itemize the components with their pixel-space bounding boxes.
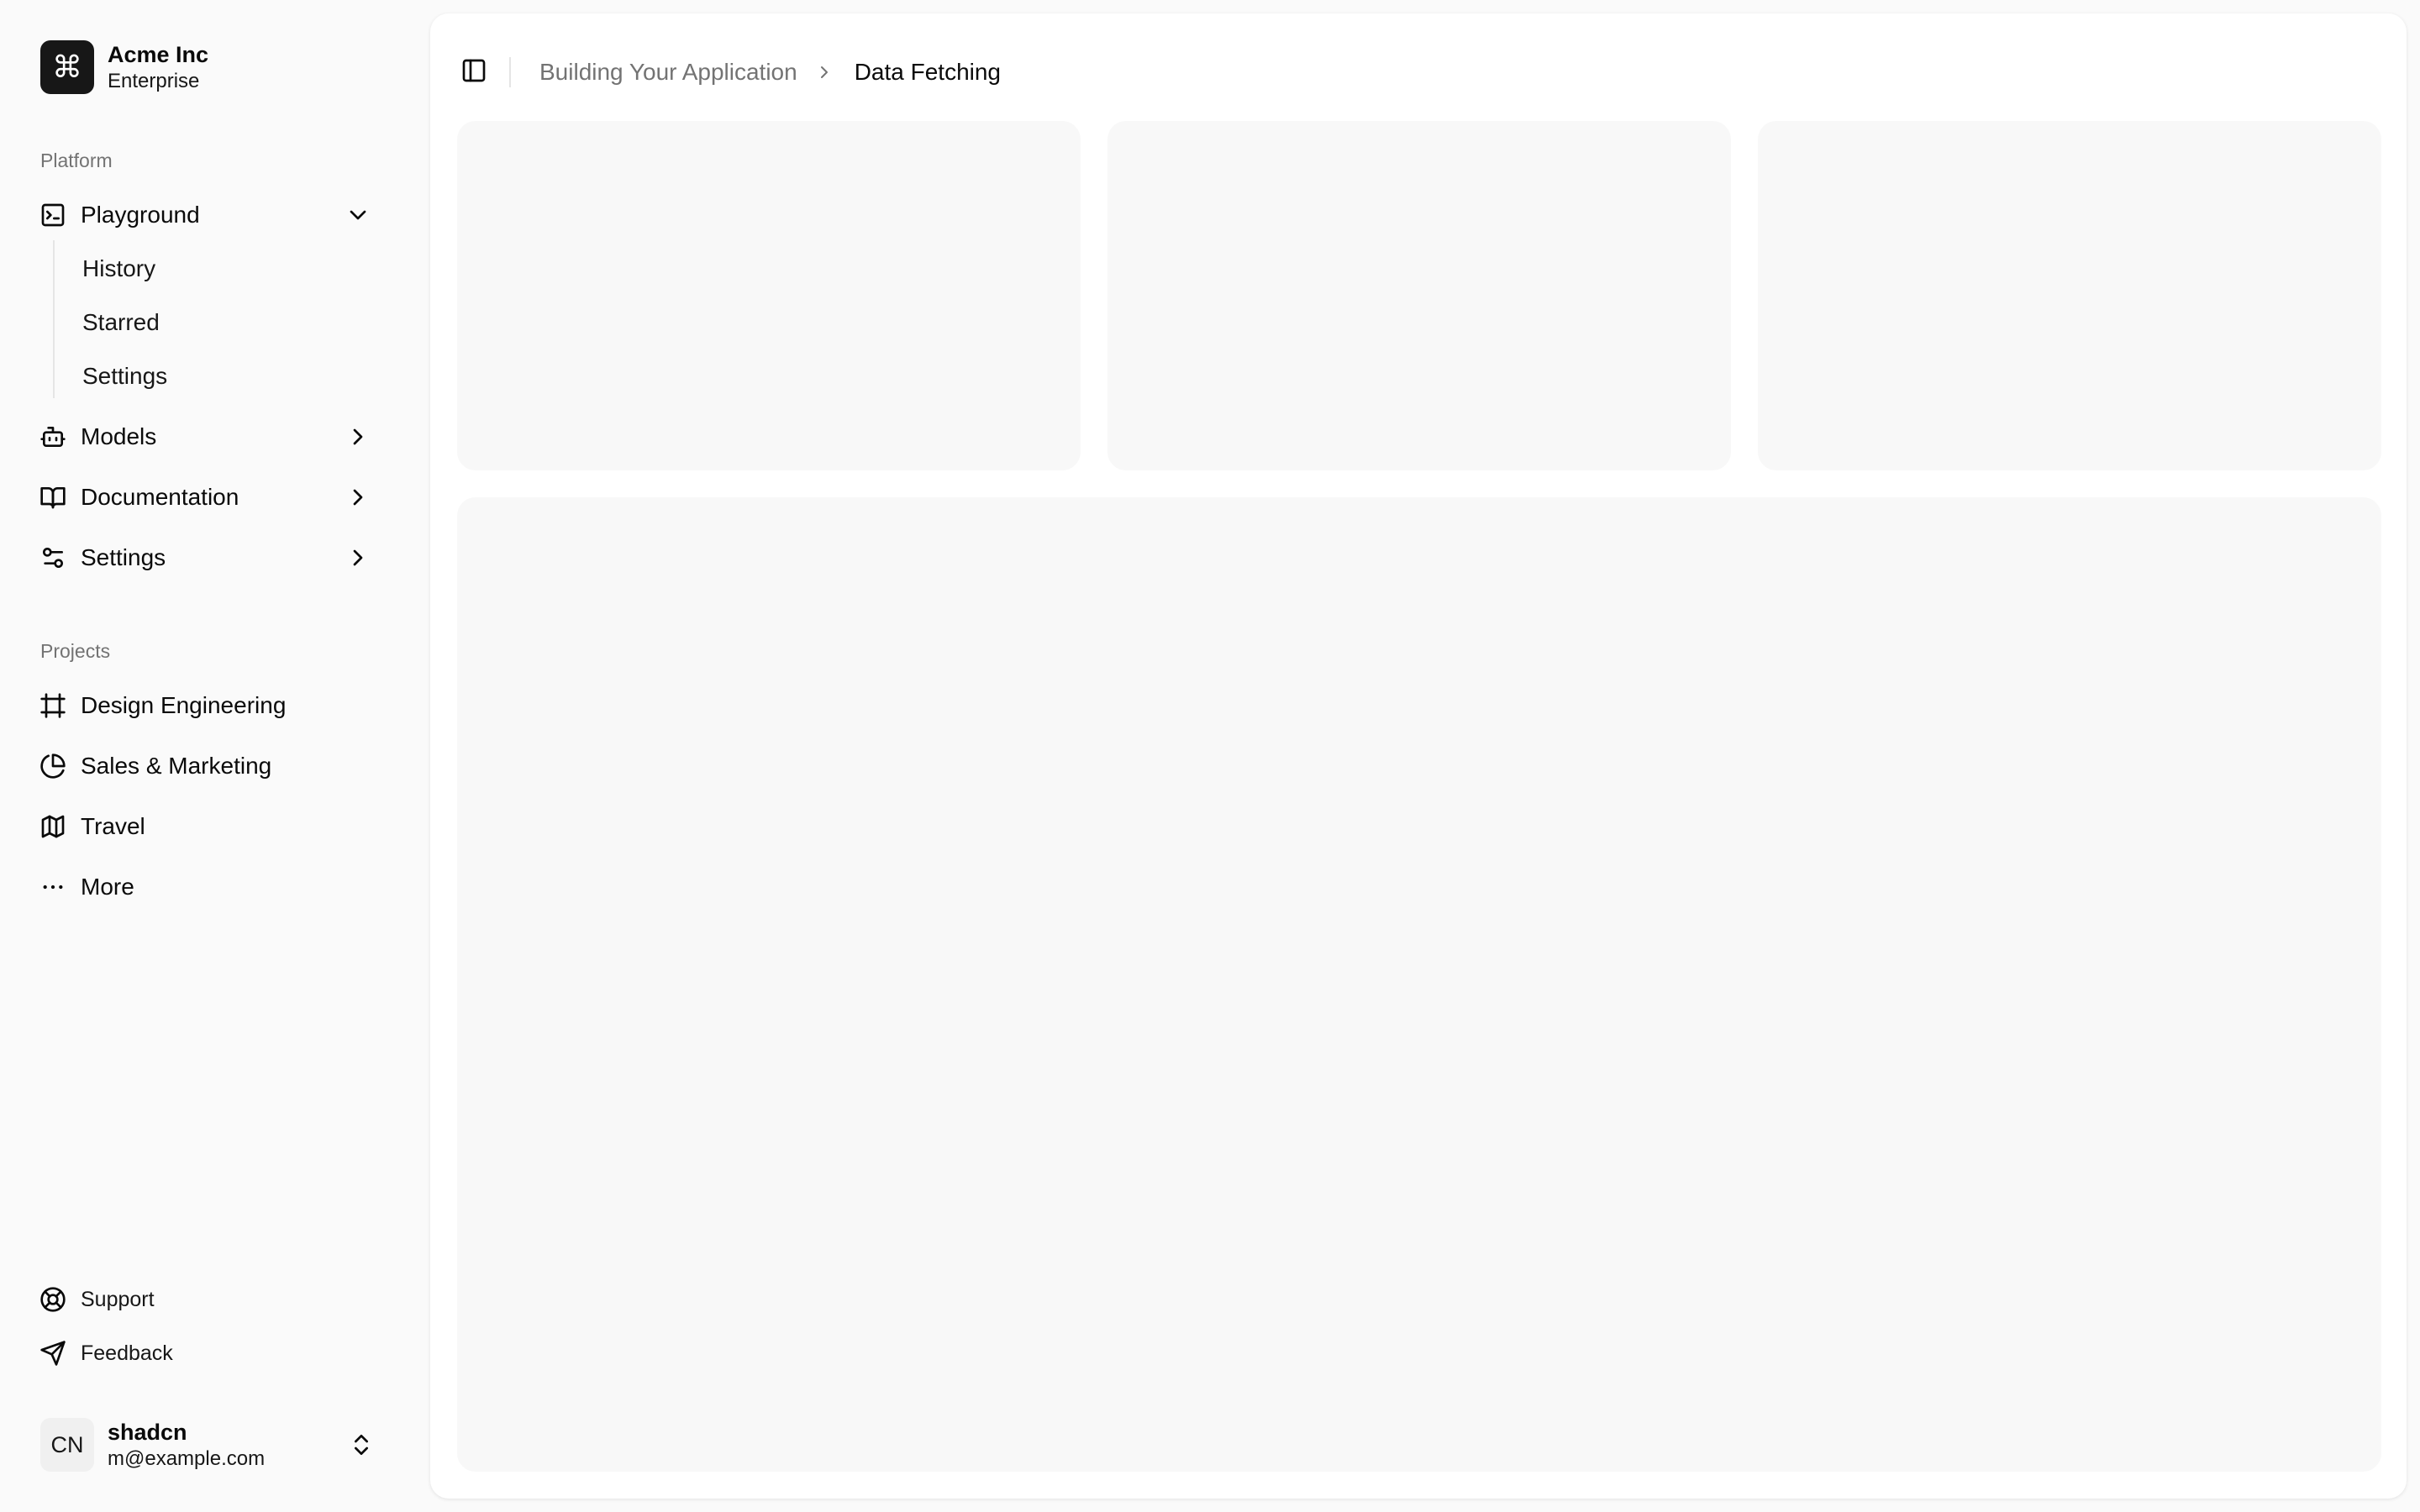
avatar: CN <box>40 1418 94 1472</box>
submenu-divider <box>53 240 55 398</box>
sidebar-item-documentation[interactable]: Documentation <box>25 470 405 524</box>
sidebar-item-more[interactable]: More <box>25 860 405 914</box>
team-name: Acme Inc <box>108 42 209 67</box>
sidebar-toggle-button[interactable] <box>454 52 494 92</box>
sidebar-item-design-engineering[interactable]: Design Engineering <box>25 679 405 732</box>
team-switcher[interactable]: ⌘ Acme Inc Enterprise <box>25 27 405 108</box>
sidebar-item-label: More <box>81 874 134 900</box>
chevron-right-icon <box>345 484 371 511</box>
page-header: Building Your Application Data Fetching <box>430 13 2407 121</box>
header-separator <box>509 57 511 87</box>
sidebar-item-settings[interactable]: Settings <box>25 531 405 585</box>
platform-group-label: Platform <box>40 150 113 171</box>
placeholder-panel <box>457 497 2381 1472</box>
sidebar-item-feedback[interactable]: Feedback <box>25 1330 405 1377</box>
placeholder-card <box>1758 121 2381 470</box>
sidebar-item-playground[interactable]: Playground <box>25 188 405 242</box>
placeholder-card <box>457 121 1081 470</box>
frame-icon <box>39 692 66 719</box>
main-content: Building Your Application Data Fetching <box>430 13 2407 1499</box>
sidebar-item-label: Playground <box>81 202 200 228</box>
user-menu[interactable]: CN shadcn m@example.com <box>25 1411 405 1478</box>
breadcrumb: Building Your Application Data Fetching <box>539 55 1001 89</box>
pie-chart-icon <box>39 753 66 780</box>
book-open-icon <box>39 484 66 511</box>
placeholder-card <box>1107 121 1731 470</box>
life-buoy-icon <box>39 1286 66 1313</box>
sidebar-item-label: Design Engineering <box>81 692 287 718</box>
more-horizontal-icon <box>39 874 66 900</box>
projects-group-label: Projects <box>40 640 111 662</box>
chevron-right-icon <box>345 423 371 450</box>
chevron-right-icon <box>345 544 371 571</box>
sidebar-item-label: Sales & Marketing <box>81 753 272 779</box>
chevron-right-icon <box>814 60 838 84</box>
settings-sliders-icon <box>39 544 66 571</box>
user-email: m@example.com <box>108 1446 266 1470</box>
map-icon <box>39 813 66 840</box>
sidebar: ⌘ Acme Inc Enterprise Platform Playgroun… <box>0 0 430 1512</box>
sidebar-item-label: Travel <box>81 813 145 839</box>
breadcrumb-current-page: Data Fetching <box>854 59 1002 85</box>
chevron-down-icon <box>345 202 371 228</box>
send-icon <box>39 1340 66 1367</box>
submenu-item-starred[interactable]: Starred <box>69 299 397 346</box>
sidebar-item-travel[interactable]: Travel <box>25 800 405 853</box>
sidebar-item-label: Settings <box>81 544 166 570</box>
team-plan: Enterprise <box>108 70 200 92</box>
sidebar-item-label: Documentation <box>81 484 239 510</box>
bot-icon <box>39 423 66 450</box>
sidebar-item-label: Support <box>81 1287 155 1311</box>
command-icon: ⌘ <box>40 40 94 94</box>
submenu-item-history[interactable]: History <box>69 245 397 292</box>
sidebar-item-support[interactable]: Support <box>25 1276 405 1323</box>
sidebar-item-label: Models <box>81 423 157 449</box>
sidebar-item-sales-marketing[interactable]: Sales & Marketing <box>25 739 405 793</box>
sidebar-item-label: Feedback <box>81 1341 173 1365</box>
sidebar-item-models[interactable]: Models <box>25 410 405 464</box>
submenu-item-settings[interactable]: Settings <box>69 353 397 400</box>
breadcrumb-link[interactable]: Building Your Application <box>539 59 797 86</box>
app-root: ⌘ Acme Inc Enterprise Platform Playgroun… <box>0 0 2420 1512</box>
panel-left-icon <box>460 57 487 88</box>
user-name: shadcn <box>108 1419 187 1445</box>
chevrons-up-down-icon <box>348 1431 375 1458</box>
terminal-icon <box>39 202 66 228</box>
